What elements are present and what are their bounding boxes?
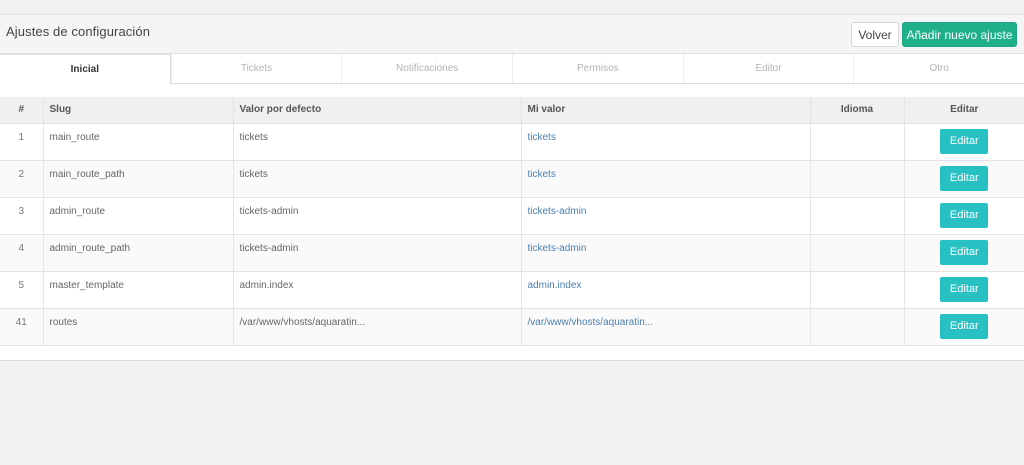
cell-slug: master_template	[42, 271, 233, 309]
table-row: 2 main_route_path tickets tickets Editar	[0, 160, 1024, 198]
back-button[interactable]: Volver	[851, 22, 899, 47]
tab-editor[interactable]: Editor	[682, 54, 854, 83]
cell-mine-link[interactable]: tickets	[520, 160, 810, 198]
cell-mine-link[interactable]: admin.index	[520, 271, 810, 309]
cell-action: Editar	[903, 308, 1024, 346]
cell-default: admin.index	[232, 271, 521, 309]
cell-id: 41	[0, 308, 43, 346]
edit-button[interactable]: Editar	[940, 239, 989, 265]
cell-slug: admin_route	[42, 197, 233, 235]
table-row: 1 main_route tickets tickets Editar	[0, 123, 1024, 161]
add-setting-button[interactable]: Añadir nuevo ajuste	[902, 22, 1017, 47]
edit-button[interactable]: Editar	[940, 165, 989, 191]
cell-action: Editar	[903, 160, 1024, 198]
table-row: 5 master_template admin.index admin.inde…	[0, 271, 1024, 309]
cell-id: 3	[0, 197, 43, 235]
edit-button[interactable]: Editar	[940, 202, 989, 228]
panel-header: Ajustes de configuración Volver Añadir n…	[0, 15, 1024, 54]
edit-button[interactable]: Editar	[940, 128, 989, 154]
tab-tickets[interactable]: Tickets	[170, 54, 342, 83]
settings-panel: Ajustes de configuración Volver Añadir n…	[0, 14, 1024, 361]
cell-default: tickets-admin	[232, 197, 521, 235]
settings-tabs: Inicial Tickets Notificaciones Permisos …	[0, 54, 1024, 85]
table-row: 41 routes /var/www/vhosts/aquaratin... /…	[0, 308, 1024, 346]
cell-slug: main_route	[42, 123, 233, 161]
cell-slug: admin_route_path	[42, 234, 233, 272]
edit-button[interactable]: Editar	[940, 313, 989, 339]
cell-mine-link[interactable]: /var/www/vhosts/aquaratin...	[520, 308, 810, 346]
cell-lang	[809, 271, 904, 309]
cell-action: Editar	[903, 271, 1024, 309]
page-title: Ajustes de configuración	[6, 24, 151, 39]
cell-slug: routes	[42, 308, 233, 346]
cell-lang	[809, 123, 904, 161]
cell-lang	[809, 160, 904, 198]
cell-lang	[809, 234, 904, 272]
cell-action: Editar	[903, 234, 1024, 272]
cell-id: 4	[0, 234, 43, 272]
table-header-row: # Slug Valor por defecto Mi valor Idioma…	[0, 97, 1024, 124]
col-header-mine: Mi valor	[520, 97, 810, 124]
table-row: 4 admin_route_path tickets-admin tickets…	[0, 234, 1024, 272]
edit-button[interactable]: Editar	[940, 276, 989, 302]
settings-table: # Slug Valor por defecto Mi valor Idioma…	[0, 97, 1024, 346]
cell-default: tickets-admin	[232, 234, 521, 272]
cell-action: Editar	[903, 197, 1024, 235]
settings-table-wrap: # Slug Valor por defecto Mi valor Idioma…	[0, 97, 1024, 346]
cell-id: 1	[0, 123, 43, 161]
tab-inicial[interactable]: Inicial	[0, 54, 171, 85]
cell-default: tickets	[232, 160, 521, 198]
cell-mine-link[interactable]: tickets	[520, 123, 810, 161]
cell-slug: main_route_path	[42, 160, 233, 198]
col-header-number: #	[0, 97, 43, 124]
col-header-edit: Editar	[903, 97, 1024, 124]
tab-permisos[interactable]: Permisos	[512, 54, 683, 83]
col-header-default: Valor por defecto	[232, 97, 521, 124]
cell-default: /var/www/vhosts/aquaratin...	[232, 308, 521, 346]
cell-mine-link[interactable]: tickets-admin	[520, 234, 810, 272]
cell-id: 5	[0, 271, 43, 309]
col-header-slug: Slug	[42, 97, 233, 124]
cell-mine-link[interactable]: tickets-admin	[520, 197, 810, 235]
cell-default: tickets	[232, 123, 521, 161]
tab-notificaciones[interactable]: Notificaciones	[341, 54, 512, 83]
col-header-lang: Idioma	[809, 97, 904, 124]
cell-lang	[809, 308, 904, 346]
cell-lang	[809, 197, 904, 235]
table-row: 3 admin_route tickets-admin tickets-admi…	[0, 197, 1024, 235]
tab-otro[interactable]: Otro	[853, 54, 1024, 83]
cell-id: 2	[0, 160, 43, 198]
cell-action: Editar	[903, 123, 1024, 161]
